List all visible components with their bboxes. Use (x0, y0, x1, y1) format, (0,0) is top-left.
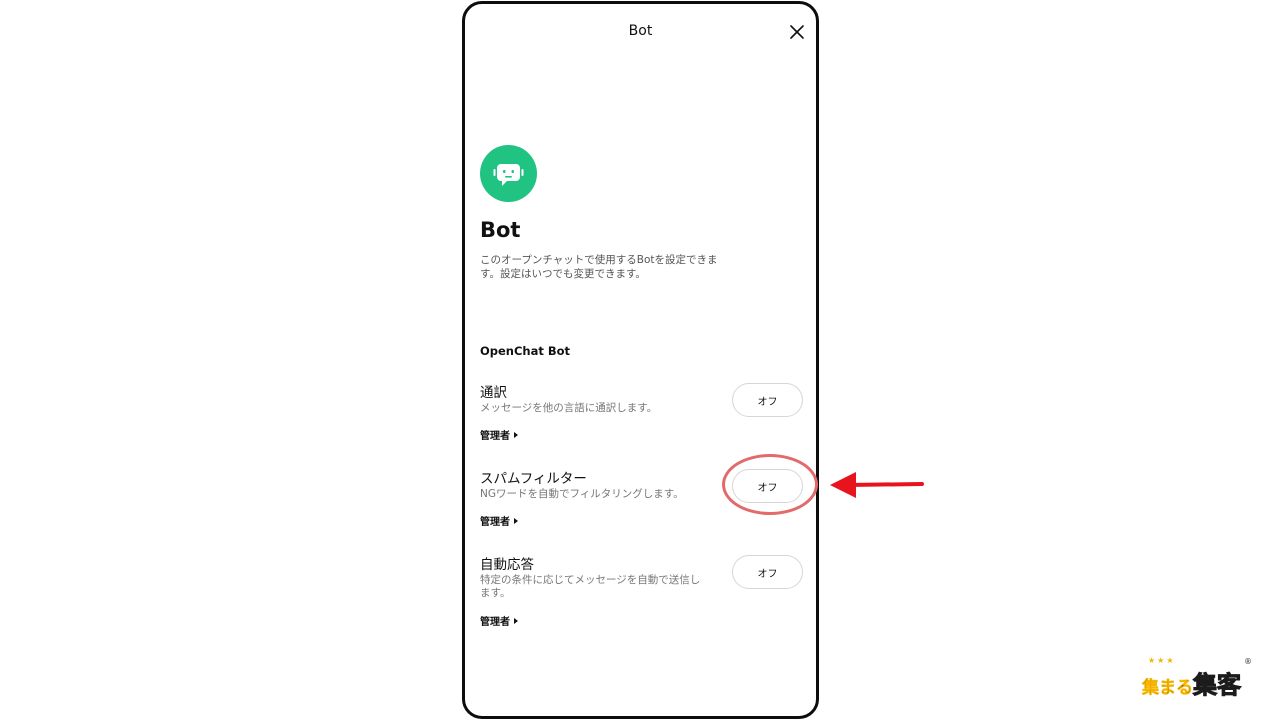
pointer-arrow-icon (830, 472, 924, 498)
bot-name: スパムフィルター (480, 471, 587, 487)
header-title: Bot (628, 23, 653, 39)
section-title: OpenChat Bot (480, 344, 571, 358)
bot-avatar (480, 145, 537, 202)
caret-right-icon (514, 617, 518, 624)
bot-name: 通訳 (480, 385, 507, 401)
logo-text: 集まる集客 (1142, 671, 1242, 700)
bot-description-text: メッセージを他の言語に通訳します。 (480, 402, 658, 414)
caret-right-icon (514, 431, 518, 438)
brand-logo: ★★★ 集まる集客 ® (1140, 655, 1258, 700)
bot-description: このオープンチャットで使用するBotを設定できま す。設定はいつでも変更できます… (480, 254, 718, 280)
phone-frame: Bot Bot このオープンチャットで使用するBotを設定できま す。設定はいつ… (462, 1, 819, 719)
bot-description-text: NGワードを自動でフィルタリングします。 (480, 488, 684, 500)
header-bar: Bot (465, 4, 816, 60)
admin-link[interactable]: 管理者 (480, 513, 518, 528)
close-icon[interactable] (788, 23, 806, 41)
logo-stars: ★★★ (1148, 656, 1176, 665)
bot-face-icon (493, 164, 524, 186)
bot-heading: Bot (480, 218, 521, 242)
caret-right-icon (514, 517, 518, 524)
bot-name: 自動応答 (480, 557, 534, 573)
admin-link[interactable]: 管理者 (480, 427, 518, 442)
admin-link[interactable]: 管理者 (480, 613, 518, 628)
bot-description-text: 特定の条件に応じてメッセージを自動で送信し ます。 (480, 574, 701, 599)
auto-reply-toggle-button[interactable]: オフ (732, 555, 803, 589)
registered-mark: ® (1244, 657, 1252, 666)
translate-toggle-button[interactable]: オフ (732, 383, 803, 417)
highlight-circle (722, 454, 818, 515)
